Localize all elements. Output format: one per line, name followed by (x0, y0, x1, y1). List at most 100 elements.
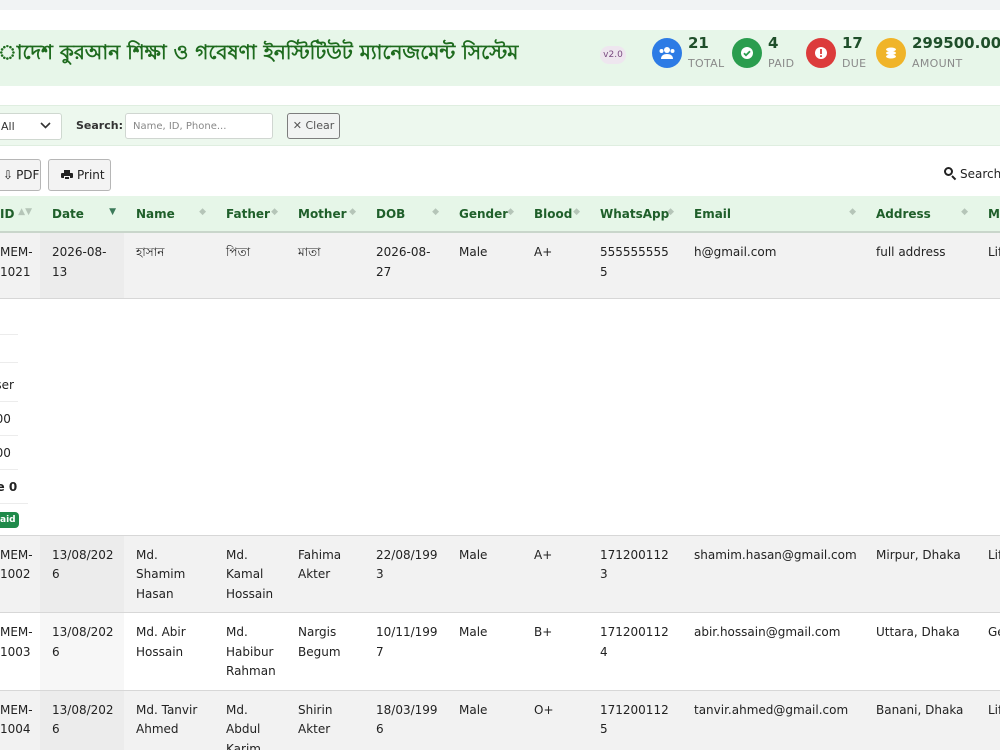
column-header-dob[interactable]: DOB ◆ (364, 196, 447, 233)
stat-total-value: 21 (688, 34, 709, 52)
column-header-address[interactable]: Address ◆ (864, 196, 976, 233)
detail-line: ue 0 (0, 478, 28, 504)
cell-whatsapp: 5555555555 (588, 232, 682, 299)
members-table: ID ▲▼ Date ▼ Name ◆ Father ◆ Mother ◆ DOB ◆ Ge… (0, 196, 1000, 750)
cell-dob: 18/03/1996 (364, 690, 447, 750)
cell-address: Mirpur, Dhaka (864, 535, 976, 613)
cell-email: tanvir.ahmed@gmail.com (682, 690, 864, 750)
cell-address: Banani, Dhaka (864, 690, 976, 750)
table-row[interactable]: MEM-1021 2026-08-13 হাসান পিতা মাতা 2026… (0, 232, 1000, 299)
column-header-whatsapp[interactable]: WhatsApp ◆ (588, 196, 682, 233)
check-circle-icon (732, 38, 762, 68)
sort-icon: ◆ (271, 207, 278, 217)
cell-father: Md. Abdul Karim (214, 690, 286, 750)
pdf-button-label: PDF (16, 168, 40, 182)
cell-blood: B+ (522, 612, 588, 691)
cell-name: হাসান (124, 232, 214, 299)
column-header-gender[interactable]: Gender ◆ (447, 196, 522, 233)
row-detail: o aser 000 000 ue 0 aid (0, 298, 1000, 536)
cell-mother: মাতা (286, 232, 364, 299)
search-input[interactable] (125, 113, 273, 139)
sort-icon: ◆ (349, 207, 356, 217)
cell-whatsapp: 1712001125 (588, 690, 682, 750)
status-filter-value: All (1, 120, 15, 133)
cell-mother: Shirin Akter (286, 690, 364, 750)
cell-mother: Fahima Akter (286, 535, 364, 613)
alert-circle-icon (806, 38, 836, 68)
cell-gender: Male (447, 690, 522, 750)
cell-blood: A+ (522, 535, 588, 613)
cell-m: Lif (976, 690, 1000, 750)
search-toggle-label: Search (960, 167, 1000, 181)
table-row[interactable]: MEM-1004 13/08/2026 Md. Tanvir Ahmed Md.… (0, 690, 1000, 750)
cell-email: abir.hossain@gmail.com (682, 612, 864, 691)
cell-id: MEM-1003 (0, 612, 40, 691)
pdf-button[interactable]: ⇩ PDF (0, 159, 41, 191)
cell-whatsapp: 1712001124 (588, 612, 682, 691)
status-filter-select[interactable]: All (0, 113, 62, 140)
app-header: াদেশ কুরআন শিক্ষা ও গবেষণা ইনস্টিটিউট ম্… (0, 30, 1000, 86)
cell-dob: 22/08/1993 (364, 535, 447, 613)
cell-date: 2026-08-13 (40, 232, 124, 299)
cell-m: Lif (976, 232, 1000, 299)
table-row[interactable]: MEM-1003 13/08/2026 Md. Abir Hossain Md.… (0, 612, 1000, 691)
chevron-down-icon (40, 118, 51, 135)
sort-icon: ◆ (432, 207, 439, 217)
sort-icon: ◆ (667, 207, 674, 217)
detail-line: o (0, 309, 18, 335)
sort-icon: ◆ (507, 207, 514, 217)
column-header-date[interactable]: Date ▼ (40, 196, 124, 233)
column-header-id[interactable]: ID ▲▼ (0, 196, 40, 233)
stat-paid-value: 4 (768, 34, 779, 52)
cell-gender: Male (447, 232, 522, 299)
cell-date: 13/08/2026 (40, 690, 124, 750)
search-label: Search: (76, 119, 123, 132)
cell-blood: A+ (522, 232, 588, 299)
top-strip (0, 0, 1000, 10)
sort-icon: ◆ (849, 207, 856, 217)
cell-m: Lif (976, 535, 1000, 613)
print-button[interactable]: Print (48, 159, 111, 191)
cell-dob: 10/11/1997 (364, 612, 447, 691)
cell-id: MEM-1004 (0, 690, 40, 750)
cell-mother: Nargis Begum (286, 612, 364, 691)
detail-line: 000 (0, 444, 18, 470)
clear-button-label: Clear (305, 119, 335, 132)
column-header-name[interactable]: Name ◆ (124, 196, 214, 233)
column-header-email[interactable]: Email ◆ (682, 196, 864, 233)
stat-due-label: DUE (842, 57, 867, 70)
stat-paid-label: PAID (768, 57, 795, 70)
status-badge: aid (0, 511, 19, 528)
cell-gender: Male (447, 612, 522, 691)
stat-amount-value: 299500.00 (912, 34, 1000, 52)
table-header-row: ID ▲▼ Date ▼ Name ◆ Father ◆ Mother ◆ DOB ◆ Ge… (0, 196, 1000, 233)
sort-icon: ◆ (199, 207, 206, 217)
search-icon (944, 167, 957, 181)
stat-total-label: TOTAL (688, 57, 725, 70)
column-header-blood[interactable]: Blood ◆ (522, 196, 588, 233)
pdf-icon: ⇩ (3, 168, 14, 182)
cell-address: full address (864, 232, 976, 299)
clear-button[interactable]: ✕ Clear (287, 113, 340, 139)
search-toggle-button[interactable]: Search (944, 167, 1000, 181)
print-button-label: Print (77, 168, 105, 182)
cell-id: MEM-1021 (0, 232, 40, 299)
cell-gender: Male (447, 535, 522, 613)
column-header-father[interactable]: Father ◆ (214, 196, 286, 233)
version-badge: v2.0 (600, 46, 626, 64)
cell-name: Md. Shamim Hasan (124, 535, 214, 613)
table-row[interactable]: MEM-1002 13/08/2026 Md. Shamim Hasan Md.… (0, 535, 1000, 613)
coins-icon (876, 38, 906, 68)
detail-line (0, 343, 18, 363)
cell-father: Md. Kamal Hossain (214, 535, 286, 613)
detail-line: 000 (0, 410, 18, 436)
sort-icon: ◆ (961, 207, 968, 217)
column-header-m[interactable]: M (976, 196, 1000, 233)
cell-email: shamim.hasan@gmail.com (682, 535, 864, 613)
column-header-mother[interactable]: Mother ◆ (286, 196, 364, 233)
cell-name: Md. Tanvir Ahmed (124, 690, 214, 750)
close-icon: ✕ (292, 119, 302, 132)
filter-bar: All Search: ✕ Clear (0, 105, 1000, 146)
detail-line: aser (0, 376, 18, 402)
app-title: াদেশ কুরআন শিক্ষা ও গবেষণা ইনস্টিটিউট ম্… (0, 40, 519, 64)
